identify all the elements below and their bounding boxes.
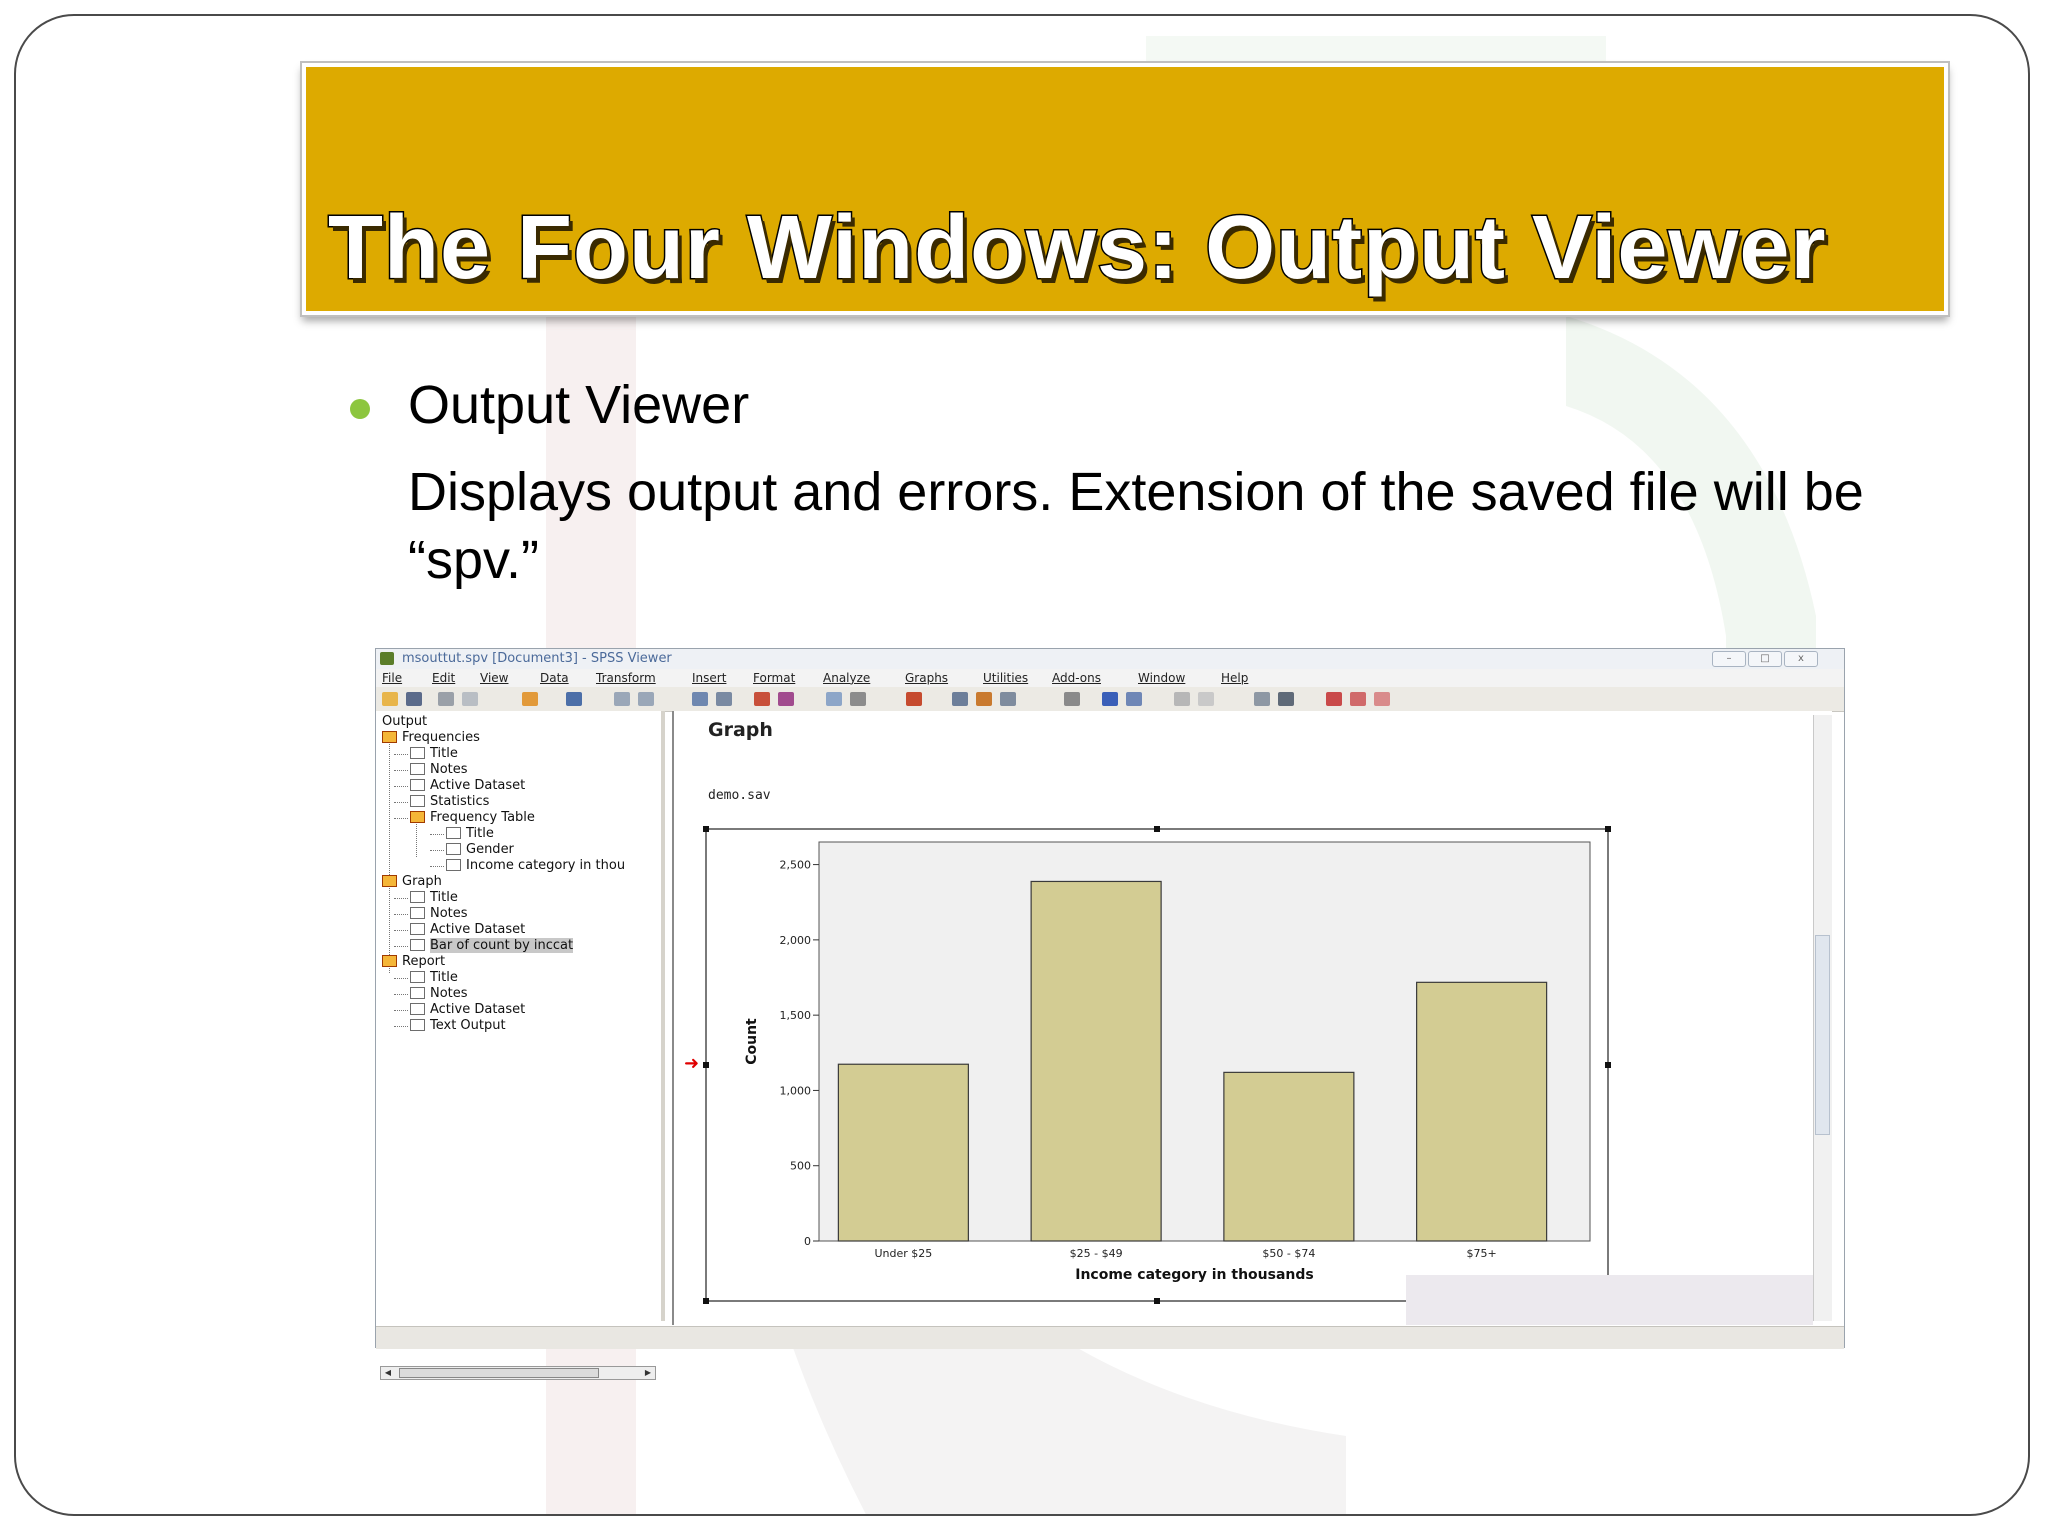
title-band: The Four Windows: Output Viewer [300, 61, 1950, 317]
y-axis-label: Count [744, 1018, 760, 1065]
x-tick-label: $75+ [1467, 1247, 1497, 1260]
resize-handle [703, 1298, 709, 1304]
spss-viewer-window: msouttut.spv [Document3] - SPSS Viewer –… [375, 648, 1845, 1380]
resize-handle [1605, 1062, 1611, 1068]
resize-handle [703, 826, 709, 832]
x-tick-label: Under $25 [874, 1247, 932, 1260]
bar [1416, 981, 1548, 1242]
y-tick-label: 2,500 [780, 859, 812, 872]
vertical-scroll-thumb[interactable] [1815, 935, 1830, 1135]
bullet-heading: Output Viewer [408, 375, 750, 435]
bullet-dot-icon [350, 399, 370, 419]
scroll-thumb[interactable] [399, 1368, 599, 1378]
x-tick-label: $25 - $49 [1070, 1247, 1123, 1260]
y-tick-label: 1,000 [780, 1084, 812, 1097]
resize-handle [703, 1062, 709, 1068]
y-tick-label: 1,500 [780, 1009, 812, 1022]
y-tick-label: 2,000 [780, 934, 812, 947]
x-tick-label: $50 - $74 [1262, 1247, 1315, 1260]
bar [1030, 880, 1162, 1242]
y-tick-label: 0 [804, 1235, 811, 1248]
resize-handle [1605, 826, 1611, 832]
status-bar [376, 1326, 1844, 1349]
outline-horizontal-scrollbar[interactable]: ◀ ▶ [380, 1366, 656, 1380]
output-vertical-scrollbar[interactable] [1813, 715, 1832, 1321]
bar [1223, 1071, 1355, 1242]
bullet-text: Displays output and errors. Extension of… [408, 462, 1864, 590]
scroll-right-icon[interactable]: ▶ [641, 1367, 655, 1379]
resize-handle [1154, 1298, 1160, 1304]
empty-panel [1406, 1275, 1813, 1325]
y-tick-label: 500 [790, 1160, 811, 1173]
bar [837, 1063, 969, 1242]
bar-chart[interactable]: 0 500 1,000 1,500 2,000 2,500 Under $25 $25 - $… [376, 649, 1844, 1329]
scroll-left-icon[interactable]: ◀ [381, 1367, 395, 1379]
x-axis-label: Income category in thousands [1075, 1267, 1314, 1283]
resize-handle [1154, 826, 1160, 832]
slide-title: The Four Windows: Output Viewer [327, 197, 1828, 300]
